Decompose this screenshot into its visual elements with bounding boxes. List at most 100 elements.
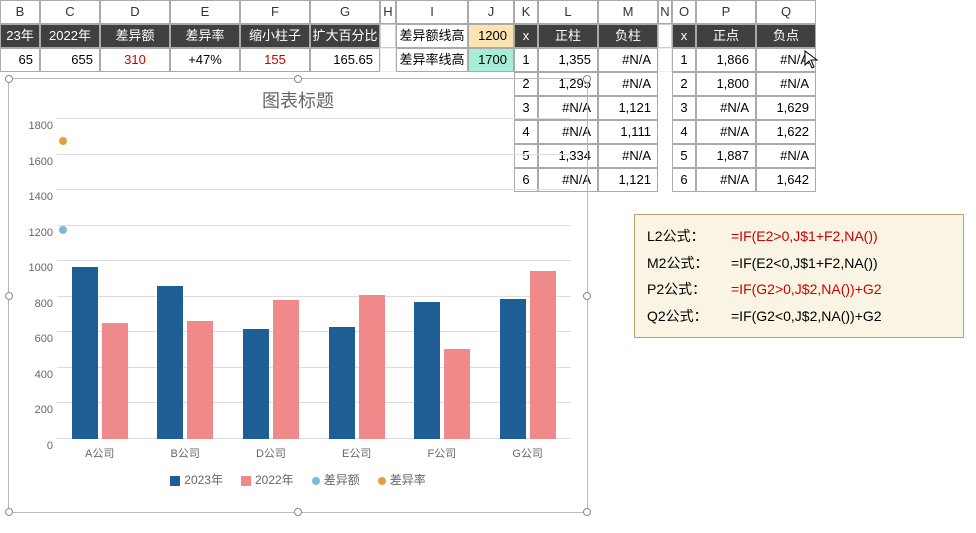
cell-P7[interactable]: #N/A (696, 168, 756, 192)
bar-s2-3[interactable] (359, 295, 385, 439)
hdr-B[interactable]: 23年 (0, 24, 40, 48)
cell-Q6[interactable]: #N/A (756, 144, 816, 168)
chart-title[interactable]: 图表标题 (9, 79, 587, 119)
col-header-G[interactable]: G (310, 0, 380, 24)
col-header-Q[interactable]: Q (756, 0, 816, 24)
cell-Q2[interactable]: #N/A (756, 48, 816, 72)
cell-O6[interactable]: 5 (672, 144, 696, 168)
cell-I2[interactable]: 差异率线高 (396, 48, 468, 72)
col-header-J[interactable]: J (468, 0, 514, 24)
col-header-L[interactable]: L (538, 0, 598, 24)
bar-s2-5[interactable] (530, 271, 556, 439)
hdr-C[interactable]: 2022年 (40, 24, 100, 48)
cell-H2[interactable] (380, 48, 396, 72)
col-header-B[interactable]: B (0, 0, 40, 24)
col-header-M[interactable]: M (598, 0, 658, 24)
bar-s2-1[interactable] (187, 321, 213, 439)
bar-s2-2[interactable] (273, 300, 299, 439)
cell-M5[interactable]: 1,111 (598, 120, 658, 144)
hdr-J[interactable]: 1200 (468, 24, 514, 48)
col-header-N[interactable]: N (658, 0, 672, 24)
cell-O2[interactable]: 1 (672, 48, 696, 72)
hdr-N[interactable] (658, 24, 672, 48)
chart-container[interactable]: 图表标题 020040060080010001200140016001800 A… (8, 78, 588, 513)
chart-x-labels: A公司B公司D公司E公司F公司G公司 (57, 445, 571, 461)
hdr-F[interactable]: 缩小柱子 (240, 24, 310, 48)
bar-s1-3[interactable] (329, 327, 355, 439)
col-header-C[interactable]: C (40, 0, 100, 24)
cell-P6[interactable]: 1,887 (696, 144, 756, 168)
bar-s1-5[interactable] (500, 299, 526, 439)
bar-s2-4[interactable] (444, 349, 470, 439)
cell-C2[interactable]: 655 (40, 48, 100, 72)
bar-s1-4[interactable] (414, 302, 440, 439)
hdr-P[interactable]: 正点 (696, 24, 756, 48)
col-header-O[interactable]: O (672, 0, 696, 24)
cell-Q3[interactable]: #N/A (756, 72, 816, 96)
hdr-H[interactable] (380, 24, 396, 48)
cell-M2[interactable]: #N/A (598, 48, 658, 72)
ytick-1200: 1200 (17, 227, 53, 239)
bar-group-3[interactable] (329, 295, 385, 439)
cell-J2[interactable]: 1700 (468, 48, 514, 72)
ytick-600: 600 (17, 333, 53, 345)
cell-P2[interactable]: 1,866 (696, 48, 756, 72)
cell-O5[interactable]: 4 (672, 120, 696, 144)
cell-P5[interactable]: #N/A (696, 120, 756, 144)
header-row: 23年2022年差异额差异率缩小柱子扩大百分比差异额线高1200x正柱负柱x正点… (0, 24, 976, 48)
col-header-D[interactable]: D (100, 0, 170, 24)
formula-line-0: L2公式：=IF(E2>0,J$1+F2,NA()) (647, 223, 951, 250)
cell-P3[interactable]: 1,800 (696, 72, 756, 96)
cell-M3[interactable]: #N/A (598, 72, 658, 96)
cell-E2[interactable]: +47% (170, 48, 240, 72)
bar-group-1[interactable] (157, 286, 213, 439)
cell-Q4[interactable]: 1,629 (756, 96, 816, 120)
ytick-1800: 1800 (17, 120, 53, 132)
col-header-I[interactable]: I (396, 0, 468, 24)
hdr-D[interactable]: 差异额 (100, 24, 170, 48)
xlabel-5: G公司 (512, 445, 543, 461)
col-header-F[interactable]: F (240, 0, 310, 24)
col-header-E[interactable]: E (170, 0, 240, 24)
hdr-E[interactable]: 差异率 (170, 24, 240, 48)
cell-Q5[interactable]: 1,622 (756, 120, 816, 144)
cell-M6[interactable]: #N/A (598, 144, 658, 168)
cell-K2[interactable]: 1 (514, 48, 538, 72)
cell-N2[interactable] (658, 48, 672, 72)
cell-M7[interactable]: 1,121 (598, 168, 658, 192)
cell-O3[interactable]: 2 (672, 72, 696, 96)
chart-plot-area[interactable]: 020040060080010001200140016001800 (57, 119, 571, 439)
chart-legend[interactable]: 2023年 2022年 差异额 差异率 (9, 471, 587, 488)
hdr-O[interactable]: x (672, 24, 696, 48)
col-header-P[interactable]: P (696, 0, 756, 24)
cell-O4[interactable]: 3 (672, 96, 696, 120)
hdr-M[interactable]: 负柱 (598, 24, 658, 48)
ytick-1000: 1000 (17, 262, 53, 274)
cell-D2[interactable]: 310 (100, 48, 170, 72)
bar-s1-0[interactable] (72, 267, 98, 439)
cell-M4[interactable]: 1,121 (598, 96, 658, 120)
cell-P4[interactable]: #N/A (696, 96, 756, 120)
bar-s1-1[interactable] (157, 286, 183, 439)
cell-O7[interactable]: 6 (672, 168, 696, 192)
cell-F2[interactable]: 155 (240, 48, 310, 72)
bar-s1-2[interactable] (243, 329, 269, 439)
col-header-K[interactable]: K (514, 0, 538, 24)
xlabel-1: B公司 (171, 445, 200, 461)
cell-G2[interactable]: 165.65 (310, 48, 380, 72)
cell-Q7[interactable]: 1,642 (756, 168, 816, 192)
cell-L2[interactable]: 1,355 (538, 48, 598, 72)
hdr-K[interactable]: x (514, 24, 538, 48)
cell-B2[interactable]: 65 (0, 48, 40, 72)
bar-group-0[interactable] (72, 267, 128, 439)
hdr-G[interactable]: 扩大百分比 (310, 24, 380, 48)
bar-group-2[interactable] (243, 300, 299, 439)
col-header-H[interactable]: H (380, 0, 396, 24)
hdr-L[interactable]: 正柱 (538, 24, 598, 48)
bar-group-4[interactable] (414, 302, 470, 439)
bar-group-5[interactable] (500, 271, 556, 439)
hdr-I[interactable]: 差异额线高 (396, 24, 468, 48)
hdr-Q[interactable]: 负点 (756, 24, 816, 48)
ytick-400: 400 (17, 369, 53, 381)
bar-s2-0[interactable] (102, 323, 128, 439)
